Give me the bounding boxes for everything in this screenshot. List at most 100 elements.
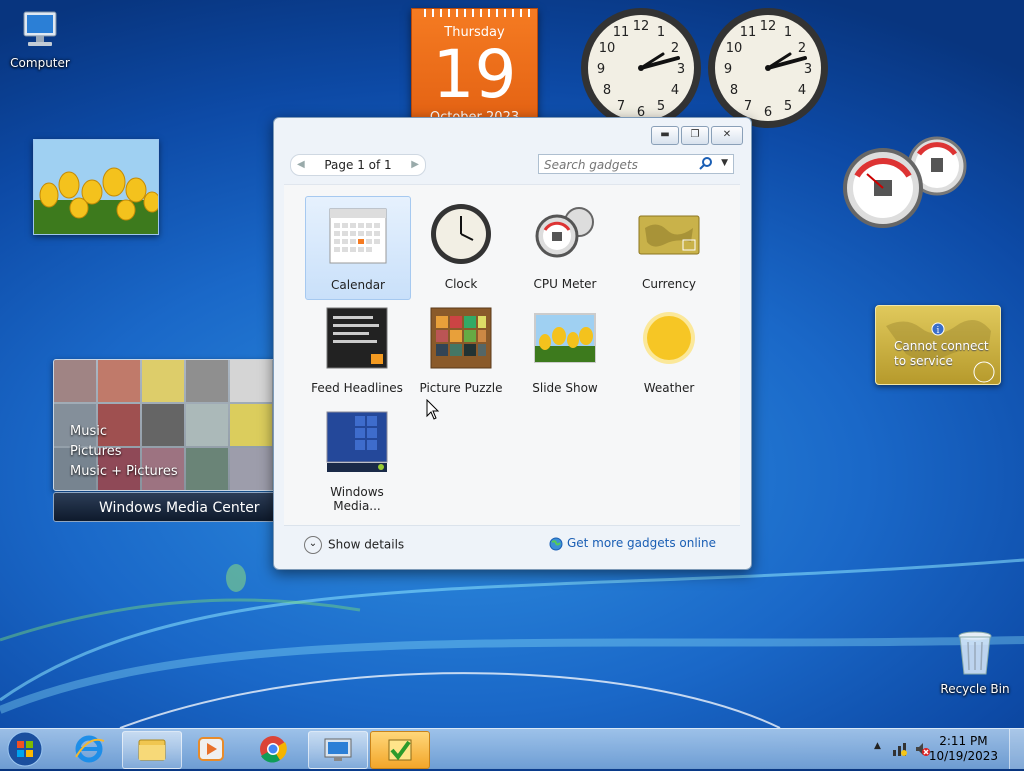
recycle-bin-desktop-icon[interactable]: Recycle Bin [935,630,1015,696]
gallery-toolbar: ◀ Page 1 of 1 ▶ ▼ [290,154,736,176]
svg-text:7: 7 [744,99,752,114]
pager: ◀ Page 1 of 1 ▶ [290,154,426,176]
volume-muted-icon[interactable] [914,741,930,757]
recycle-bin-label: Recycle Bin [940,682,1010,696]
show-details-label: Show details [328,537,405,552]
show-hidden-icons-arrow-icon[interactable]: ▲ [874,741,881,751]
tulips-photo [34,140,158,234]
chrome-icon [260,736,287,763]
taskbar-chrome[interactable] [244,731,302,767]
slide-show-gadget[interactable] [33,139,159,235]
gadget-tile-currency[interactable]: Currency [617,196,721,298]
minimize-button[interactable]: ▬ [651,126,679,145]
gadget-tile-feed-headlines[interactable]: Feed Headlines [305,300,409,402]
svg-text:1: 1 [784,25,792,40]
feed-headlines-thumbnail-icon [326,307,388,369]
search-box[interactable]: ▼ [538,154,734,175]
currency-thumbnail-icon [638,215,700,255]
svg-text:7: 7 [617,99,625,114]
gadget-gallery-window[interactable]: ▬ ❐ ✕ ◀ Page 1 of 1 ▶ ▼ [273,117,752,570]
taskbar-date: 10/19/2023 [928,749,998,763]
recycle-bin-icon [958,631,992,675]
gadget-label-picture-puzzle: Picture Puzzle [419,381,503,395]
svg-text:8: 8 [603,83,611,98]
get-more-gadgets-label: Get more gadgets online [566,536,716,550]
next-page-icon[interactable]: ▶ [411,155,419,175]
search-dropdown-icon[interactable]: ▼ [721,158,728,168]
previous-page-icon[interactable]: ◀ [297,155,305,175]
svg-text:11: 11 [613,25,630,40]
taskbar-windows-explorer[interactable] [122,731,182,769]
get-more-gadgets-link[interactable]: Get more gadgets online [549,536,716,551]
system-tray: ▲ 2:11 PM 10/19/2023 [864,729,1024,769]
search-icon[interactable] [699,156,713,170]
clock-gadget-2[interactable]: 12 12 345 678 91011 [706,6,831,131]
gadget-tile-picture-puzzle[interactable]: Picture Puzzle [409,300,513,402]
memory-percent: 29% [927,177,947,187]
taskbar-gadgets[interactable] [370,731,430,769]
svg-text:12: 12 [633,19,650,34]
svg-text:10: 10 [599,41,616,56]
svg-text:4: 4 [671,83,679,98]
chevron-down-icon: ⌄ [304,536,322,554]
calendar-rings [418,9,531,17]
svg-text:2: 2 [671,41,679,56]
gadget-tile-cpu-meter[interactable]: CPU Meter [513,196,617,298]
gadget-label-cpu-meter: CPU Meter [533,277,597,291]
globe-icon [549,537,563,550]
media-center-menu-pictures[interactable]: Pictures [70,442,178,462]
start-button[interactable] [6,730,44,768]
show-desktop-button[interactable] [1009,729,1024,769]
svg-text:11: 11 [740,25,757,40]
gadget-label-windows-media-center: Windows Media... [330,485,384,513]
calendar-day-number: 19 [432,36,517,113]
svg-text:3: 3 [804,62,812,77]
media-center-menu-music[interactable]: Music [70,422,178,442]
search-input[interactable] [539,155,696,175]
computer-label: Computer [10,56,70,70]
svg-text:6: 6 [764,105,772,120]
sun-icon [643,312,695,364]
media-center-menu-music-pictures[interactable]: Music + Pictures [70,462,178,482]
computer-desktop-icon[interactable]: Computer [0,10,80,70]
currency-message-line2: to service [894,354,953,368]
taskbar-internet-explorer[interactable] [60,731,118,767]
svg-text:3: 3 [677,62,685,77]
cpu-meter-gadget[interactable]: 29% 24% [843,136,969,230]
svg-text:4: 4 [798,83,806,98]
svg-text:2: 2 [798,41,806,56]
gadget-tile-slide-show[interactable]: Slide Show [513,300,617,402]
gadget-tile-calendar[interactable]: Calendar [305,196,411,300]
gadget-tile-weather[interactable]: Weather [617,300,721,402]
gadget-grid: Calendar Clock CPU Meter Currency Feed H… [284,184,740,525]
media-player-icon [198,737,224,761]
taskbar: ▲ 2:11 PM 10/19/2023 [0,728,1024,769]
taskbar-control-panel[interactable] [308,731,368,769]
media-center-title-bar[interactable]: Windows Media Center [53,492,283,522]
internet-explorer-icon [75,735,105,763]
gadget-label-feed-headlines: Feed Headlines [311,381,403,395]
gadget-tile-clock[interactable]: Clock [409,196,513,298]
network-icon[interactable] [892,741,908,757]
clock-gadget-1[interactable]: 12 12 345 678 91011 [579,6,704,131]
gadget-label-clock: Clock [444,277,478,291]
gadget-label-weather: Weather [643,381,695,395]
calendar-thumbnail-icon [329,208,387,264]
currency-gadget[interactable]: i Cannot connect to service [875,305,1001,385]
show-details-toggle[interactable]: ⌄ Show details [304,536,404,554]
svg-text:5: 5 [657,99,665,114]
taskbar-media-player[interactable] [182,731,240,767]
slide-show-thumbnail-icon [534,313,596,363]
gadget-tile-windows-media-center[interactable]: Windows Media... [305,404,409,513]
restore-button[interactable]: ❐ [681,126,709,145]
cpu-percent: 24% [873,209,893,219]
taskbar-time: 2:11 PM [939,734,988,748]
media-center-title: Windows Media Center [99,500,260,516]
close-button[interactable]: ✕ [711,126,743,145]
media-center-thumbnail-icon [326,411,388,472]
mouse-cursor-icon [426,399,440,420]
currency-message-line1: Cannot connect [894,339,989,353]
pager-text: Page 1 of 1 [324,158,392,172]
taskbar-clock[interactable]: 2:11 PM 10/19/2023 [929,734,998,764]
media-center-gadget[interactable]: Music Pictures Music + Pictures [53,359,285,491]
